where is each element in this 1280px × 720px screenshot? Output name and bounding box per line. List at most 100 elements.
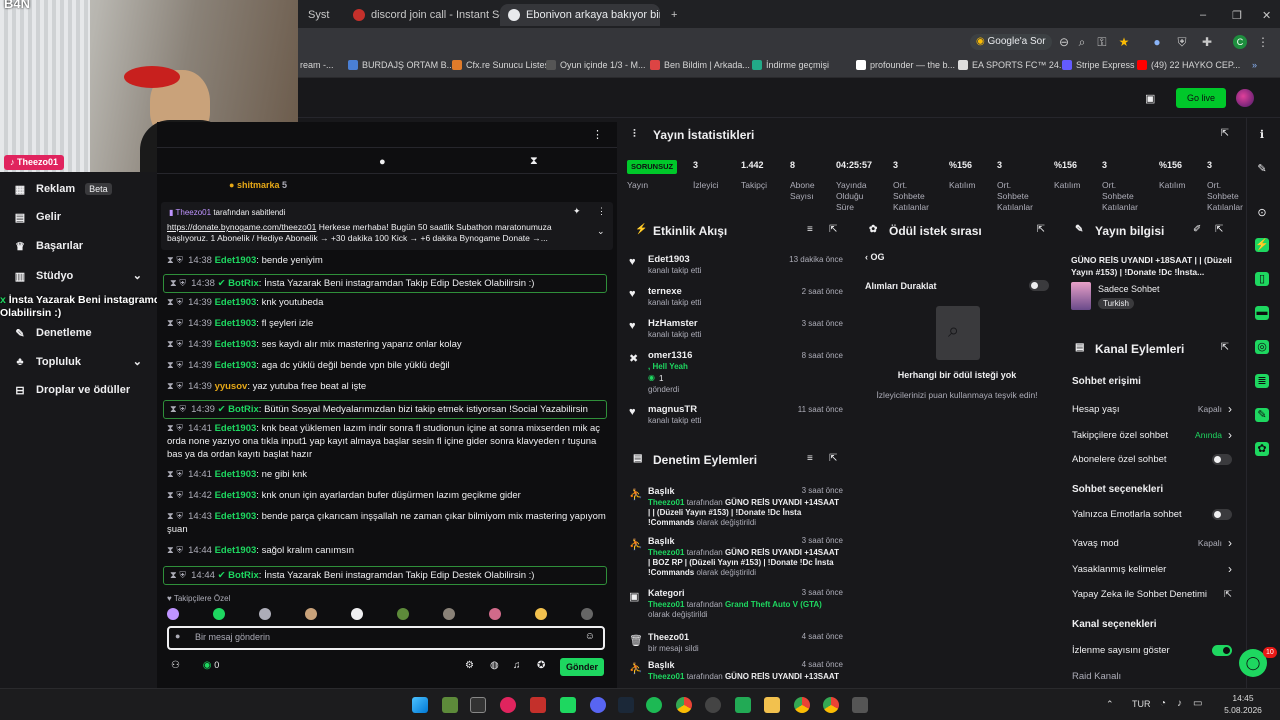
puzzle-icon[interactable]: ✚ xyxy=(1200,35,1214,49)
emote-icon[interactable] xyxy=(581,608,593,620)
mod-actions-icon[interactable]: ⧗ ⛨ xyxy=(167,511,183,522)
setting-control[interactable] xyxy=(1212,509,1232,520)
key-icon[interactable]: ⚿ xyxy=(1095,35,1109,49)
channel-setting-row[interactable]: Raid Kanalı xyxy=(1072,671,1232,682)
mod-actions-icon[interactable]: ⧗ ⛨ xyxy=(167,381,183,392)
mod-actor[interactable]: Theezo01 xyxy=(648,672,684,681)
message-username[interactable]: Edet1903 xyxy=(215,545,257,556)
obs-icon[interactable] xyxy=(705,697,721,713)
doc-icon[interactable]: ▯ xyxy=(1255,272,1269,286)
channel-points-icon[interactable]: ◉ xyxy=(203,660,212,671)
bookmark-item[interactable]: (49) 22 HAYKO CEP... xyxy=(1137,60,1240,70)
bookmark-item[interactable]: Oyun içinde 1/3 - M... xyxy=(546,60,646,70)
activity-user[interactable]: omer1316 xyxy=(648,350,692,361)
bookmark-item[interactable]: Cfx.re Sunucu Listesi xyxy=(452,60,551,70)
minecraft-icon[interactable] xyxy=(442,697,458,713)
search-icon[interactable]: ⌕ xyxy=(1075,35,1089,49)
sidebar-item-studio[interactable]: ▥ Stüdyo ⌄ xyxy=(14,269,142,283)
channel-setting-row[interactable]: Yasaklanmış kelimeler › xyxy=(1072,562,1232,576)
app-icon[interactable] xyxy=(852,697,868,713)
setting-control[interactable]: Anında › xyxy=(1195,428,1232,442)
chrome-icon[interactable] xyxy=(823,697,839,713)
bookmark-item[interactable]: BURDAJŞ ORTAM B... xyxy=(348,60,454,70)
browser-tab[interactable]: discord join call - Instant Sound × xyxy=(345,4,500,26)
start-icon[interactable] xyxy=(412,697,428,713)
clock-time[interactable]: 14:45 xyxy=(1226,693,1260,703)
pinned-menu-icon[interactable]: ⋮ xyxy=(597,206,606,217)
app-icon[interactable] xyxy=(735,697,751,713)
chat-input[interactable]: ● Bir mesaj gönderin ☺ xyxy=(167,626,605,650)
channel-setting-row[interactable]: Yavaş mod Kapalı › xyxy=(1072,536,1232,550)
bookmark-item[interactable]: Ben Bildim | Arkada... xyxy=(650,60,750,70)
setting-control[interactable]: ⇱ xyxy=(1224,589,1232,600)
toggle-switch[interactable] xyxy=(1212,454,1232,465)
bookmark-item[interactable]: ream -... xyxy=(300,60,334,70)
lightning-icon[interactable]: ⚡ xyxy=(1255,238,1269,252)
emote-icon[interactable] xyxy=(167,608,179,620)
reward-back-button[interactable]: ‹ OG xyxy=(865,252,885,262)
chat-icon[interactable]: ▬ xyxy=(1255,306,1269,320)
sidebar-item-drops[interactable]: ⊟ Droplar ve ödüller xyxy=(14,384,130,397)
browser-tab-active[interactable]: Ebonivon arkaya bakıyor birand × xyxy=(500,4,660,26)
mod-actions-icon[interactable]: ⧗ ⛨ xyxy=(167,469,183,480)
bookmark-item[interactable]: EA SPORTS FC™ 24... xyxy=(958,60,1066,70)
sidebar-item-moderation[interactable]: ✎ Denetleme xyxy=(14,327,91,340)
bookmark-item[interactable]: Stripe Express xyxy=(1062,60,1135,70)
go-live-button[interactable]: Go live xyxy=(1176,88,1226,108)
message-username[interactable]: Edet1903 xyxy=(215,423,257,434)
list-icon[interactable]: ≣ xyxy=(1255,374,1269,388)
reward-icon[interactable]: ✿ xyxy=(1255,442,1269,456)
camera-icon[interactable]: ▣ xyxy=(1145,92,1155,105)
emote-icon[interactable] xyxy=(259,608,271,620)
setting-control[interactable]: Kapalı › xyxy=(1198,402,1232,416)
clock-date[interactable]: 5.08.2026 xyxy=(1214,705,1272,715)
broadcast-icon[interactable]: ◎ xyxy=(1255,340,1269,354)
app-icon[interactable] xyxy=(530,697,546,713)
emote-icon[interactable] xyxy=(305,608,317,620)
message-username[interactable]: Edet1903 xyxy=(215,339,257,350)
extension-icon[interactable]: ● xyxy=(1150,35,1164,49)
language-indicator[interactable]: TUR xyxy=(1132,699,1151,709)
sidebar-item-community[interactable]: ♣ Topluluk ⌄ xyxy=(14,355,142,369)
browser-tab[interactable]: Syst xyxy=(300,4,345,26)
popout-icon[interactable]: ⇱ xyxy=(1221,342,1229,353)
menu-kebab-icon[interactable]: ⋮ xyxy=(1256,35,1270,49)
mod-actions-icon[interactable]: ⧗ ⛨ xyxy=(167,545,183,556)
mod-actions-icon[interactable]: ⧗ ⛨ xyxy=(170,404,186,415)
zoom-out-icon[interactable]: ⊖ xyxy=(1057,35,1071,49)
chat-menu-icon[interactable]: ⋮ xyxy=(592,128,603,141)
channel-setting-row[interactable]: Yapay Zeka ile Sohbet Denetimi ⇱ xyxy=(1072,589,1232,600)
chat-bubble-icon[interactable]: ● xyxy=(379,156,386,168)
edit-icon[interactable]: ✐ xyxy=(1193,224,1201,235)
discord-icon[interactable] xyxy=(590,697,606,713)
message-username[interactable]: BotRix xyxy=(228,278,259,289)
chevron-up-icon[interactable]: ⌃ xyxy=(1106,699,1114,710)
media-icon[interactable] xyxy=(500,697,516,713)
setting-control[interactable] xyxy=(1212,454,1232,465)
hourglass-icon[interactable]: ⧗ xyxy=(530,155,538,168)
send-button[interactable]: Gönder xyxy=(560,658,604,676)
profile-avatar[interactable]: C xyxy=(1233,35,1247,49)
message-username[interactable]: Edet1903 xyxy=(215,360,257,371)
mod-actions-icon[interactable]: ⧗ ⛨ xyxy=(170,278,186,289)
popout-icon[interactable]: ⇱ xyxy=(1037,224,1045,235)
filter-icon[interactable]: ≡ xyxy=(807,224,813,235)
emote-icon[interactable] xyxy=(351,608,363,620)
activity-user[interactable]: ternexe xyxy=(648,286,682,297)
mod-actor[interactable]: Theezo01 xyxy=(648,600,684,609)
battery-icon[interactable]: ▭ xyxy=(1193,698,1202,709)
badge-icon[interactable]: ✪ xyxy=(537,660,545,671)
mod-actions-icon[interactable]: ⧗ ⛨ xyxy=(170,570,186,581)
kick-icon[interactable] xyxy=(560,697,576,713)
setting-control[interactable]: › xyxy=(1228,562,1232,576)
emote-icon[interactable] xyxy=(213,608,225,620)
activity-user[interactable]: HzHamster xyxy=(648,318,698,329)
message-username[interactable]: Edet1903 xyxy=(215,511,257,522)
file-explorer-icon[interactable] xyxy=(764,697,780,713)
steam-icon[interactable] xyxy=(618,697,634,713)
toggle-switch[interactable] xyxy=(1212,509,1232,520)
bookmark-star-icon[interactable]: ★ xyxy=(1117,35,1131,49)
mod-actions-icon[interactable]: ⧗ ⛨ xyxy=(167,318,183,329)
mod-actions-icon[interactable]: ⧗ ⛨ xyxy=(167,339,183,350)
user-avatar[interactable] xyxy=(1236,89,1254,107)
